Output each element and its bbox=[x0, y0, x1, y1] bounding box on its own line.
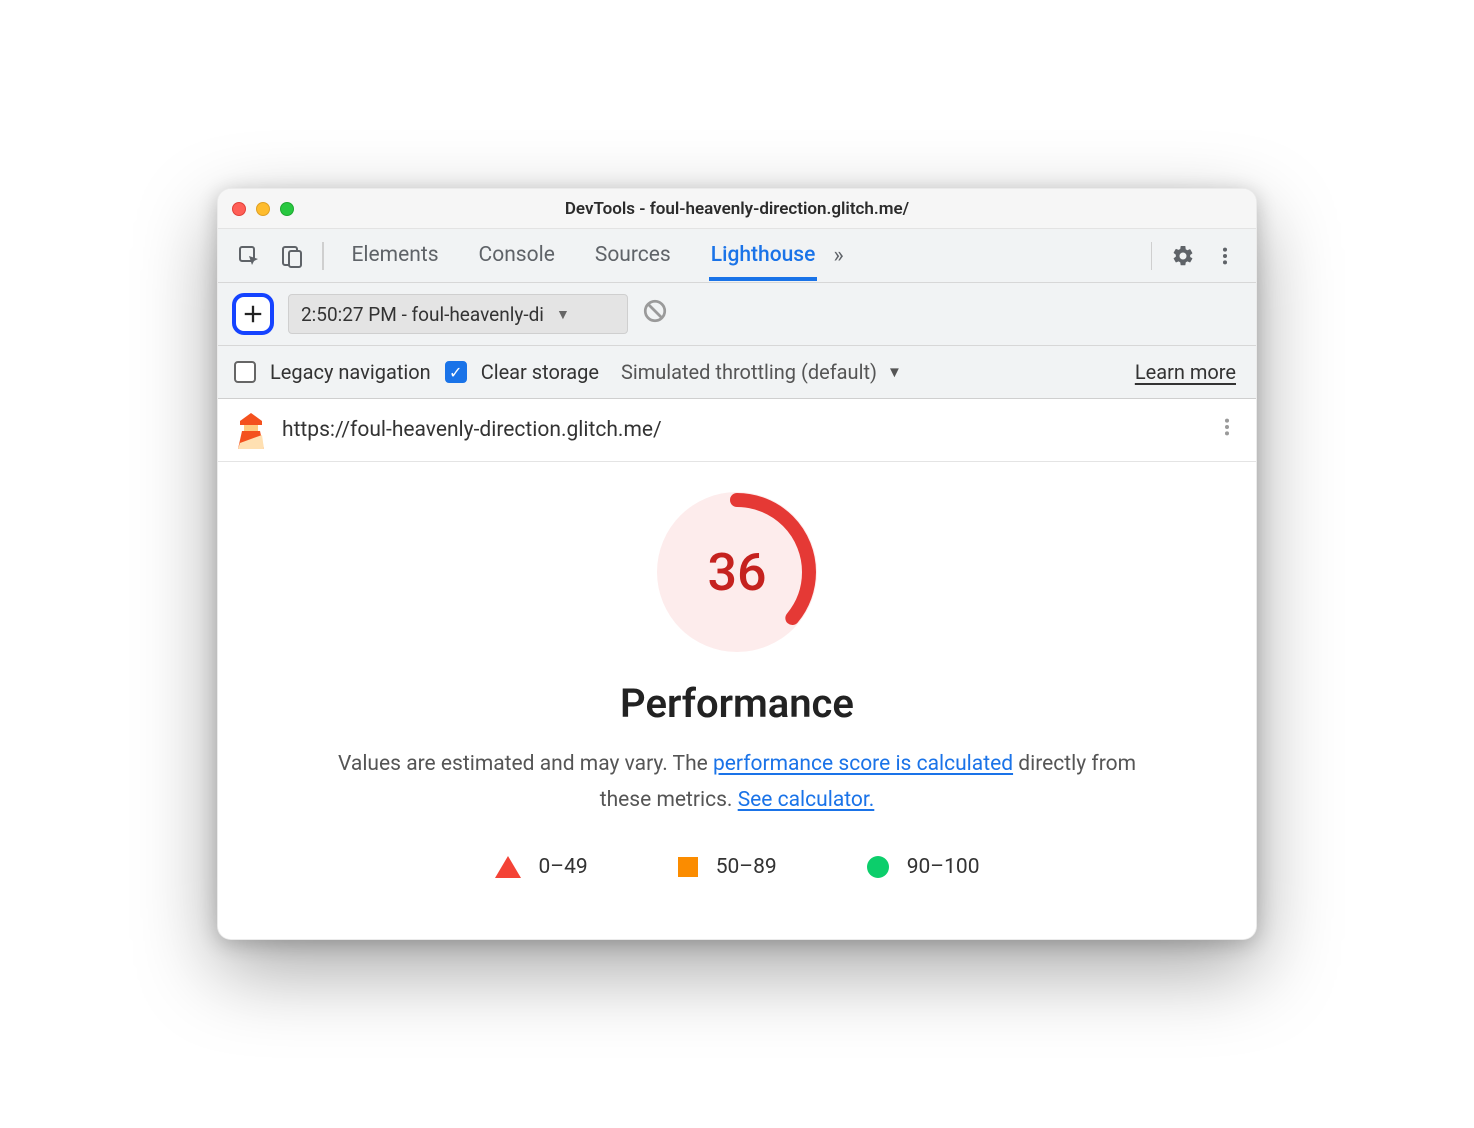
throttling-label: Simulated throttling (default) bbox=[621, 360, 877, 384]
titlebar: DevTools - foul-heavenly-direction.glitc… bbox=[218, 189, 1256, 229]
performance-score-section: 36 Performance Values are estimated and … bbox=[218, 462, 1256, 938]
panel-tabs: Elements Console Sources Lighthouse bbox=[350, 231, 818, 281]
circle-icon bbox=[867, 856, 889, 878]
separator bbox=[1151, 242, 1153, 270]
close-window-button[interactable] bbox=[232, 202, 246, 216]
legend-fail: 0–49 bbox=[495, 855, 588, 879]
score-title: Performance bbox=[258, 680, 1216, 727]
square-icon bbox=[678, 857, 698, 877]
score-gauge: 36 bbox=[657, 492, 817, 652]
report-select-label: 2:50:27 PM - foul-heavenly-di bbox=[301, 303, 544, 326]
traffic-lights bbox=[232, 202, 294, 216]
learn-more-link[interactable]: Learn more bbox=[1135, 360, 1236, 384]
throttling-select[interactable]: Simulated throttling (default) ▼ bbox=[621, 360, 902, 384]
score-calculator-link[interactable]: See calculator. bbox=[738, 788, 875, 812]
toggle-device-toolbar-icon[interactable] bbox=[274, 239, 308, 273]
minimize-window-button[interactable] bbox=[256, 202, 270, 216]
more-options-icon[interactable] bbox=[1208, 239, 1242, 273]
clear-report-icon[interactable] bbox=[642, 298, 668, 330]
clear-storage-label: Clear storage bbox=[481, 360, 599, 384]
devtools-window: DevTools - foul-heavenly-direction.glitc… bbox=[217, 188, 1257, 939]
inspect-element-icon[interactable] bbox=[232, 239, 266, 273]
settings-icon[interactable] bbox=[1166, 239, 1200, 273]
legend-pass: 90–100 bbox=[867, 855, 980, 879]
tab-lighthouse[interactable]: Lighthouse bbox=[709, 231, 818, 281]
lighthouse-toolbar: 2:50:27 PM - foul-heavenly-di ▼ bbox=[218, 283, 1256, 346]
tab-console[interactable]: Console bbox=[477, 231, 557, 281]
score-calc-link[interactable]: performance score is calculated bbox=[713, 752, 1013, 776]
separator bbox=[322, 242, 324, 270]
score-legend: 0–49 50–89 90–100 bbox=[258, 855, 1216, 879]
report-more-options-icon[interactable] bbox=[1216, 416, 1238, 444]
triangle-icon bbox=[495, 856, 521, 878]
legacy-navigation-label: Legacy navigation bbox=[270, 360, 431, 384]
chevron-down-icon: ▼ bbox=[556, 306, 570, 323]
tab-elements[interactable]: Elements bbox=[350, 231, 441, 281]
report-url-row: https://foul-heavenly-direction.glitch.m… bbox=[218, 399, 1256, 462]
legend-average: 50–89 bbox=[678, 855, 777, 879]
lighthouse-logo-icon bbox=[236, 413, 264, 447]
legacy-navigation-checkbox[interactable] bbox=[234, 361, 256, 383]
report-url: https://foul-heavenly-direction.glitch.m… bbox=[282, 418, 1198, 442]
devtools-tabstrip: Elements Console Sources Lighthouse » bbox=[218, 229, 1256, 283]
lighthouse-options: Legacy navigation ✓ Clear storage Simula… bbox=[218, 346, 1256, 399]
window-title: DevTools - foul-heavenly-direction.glitc… bbox=[218, 199, 1256, 219]
score-description: Values are estimated and may vary. The p… bbox=[327, 747, 1147, 818]
report-select[interactable]: 2:50:27 PM - foul-heavenly-di ▼ bbox=[288, 294, 628, 334]
maximize-window-button[interactable] bbox=[280, 202, 294, 216]
tab-sources[interactable]: Sources bbox=[593, 231, 673, 281]
new-report-button[interactable] bbox=[232, 293, 274, 335]
clear-storage-checkbox[interactable]: ✓ bbox=[445, 361, 467, 383]
more-tabs-icon[interactable]: » bbox=[825, 243, 851, 268]
chevron-down-icon: ▼ bbox=[887, 363, 902, 381]
score-value: 36 bbox=[657, 492, 817, 652]
